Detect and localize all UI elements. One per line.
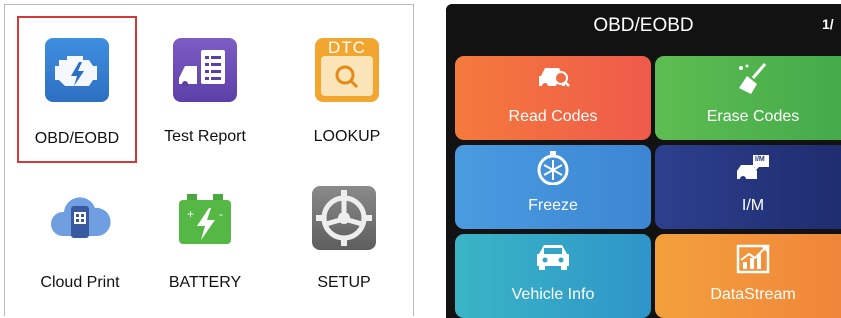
broom-icon: [735, 62, 771, 96]
vehicle-info-icon: [535, 240, 571, 274]
car-search-icon: [535, 62, 571, 96]
tile-label: Read Codes: [508, 108, 598, 125]
screen-header: OBD/EOBD 1/: [446, 4, 841, 48]
freeze-button[interactable]: Freeze: [455, 145, 651, 229]
read-codes-button[interactable]: Read Codes: [455, 56, 651, 140]
menu-item-label: BATTERY: [168, 274, 242, 291]
menu-item-label: SETUP: [317, 274, 371, 291]
obd-device-screen: OBD/EOBD 1/ Read Codes Erase Codes Freez…: [446, 4, 841, 318]
battery-icon: + -: [173, 186, 237, 250]
datastream-chart-icon: [735, 240, 771, 274]
tile-label: Vehicle Info: [511, 286, 595, 303]
test-report-icon: [173, 38, 237, 102]
svg-text:+: +: [187, 207, 194, 221]
im-readiness-icon: I/M: [735, 151, 771, 185]
menu-item-label: Test Report: [164, 128, 246, 145]
menu-item-test-report[interactable]: Test Report: [145, 18, 265, 163]
menu-item-obd-eobd[interactable]: OBD/EOBD: [17, 16, 137, 163]
engine-icon: [45, 38, 109, 102]
snowflake-timer-icon: [535, 151, 571, 186]
svg-text:-: -: [219, 207, 223, 221]
datastream-button[interactable]: DataStream: [655, 234, 841, 318]
cloud-print-icon: [48, 186, 112, 250]
tile-label: Erase Codes: [706, 108, 800, 125]
menu-item-label: OBD/EOBD: [34, 130, 120, 147]
dtc-lookup-icon: DTC: [315, 38, 379, 102]
menu-item-lookup[interactable]: DTC LOOKUP: [287, 18, 407, 163]
im-readiness-button[interactable]: I/M I/M: [655, 145, 841, 229]
dtc-icon-text: DTC: [328, 38, 366, 57]
page-indicator: 1/: [822, 16, 834, 32]
im-icon-text: I/M: [755, 156, 765, 163]
erase-codes-button[interactable]: Erase Codes: [655, 56, 841, 140]
tile-label: Freeze: [528, 197, 578, 214]
menu-item-label: LOOKUP: [313, 128, 381, 145]
tile-label: DataStream: [710, 286, 796, 303]
tile-label: I/M: [741, 197, 765, 214]
vehicle-info-button[interactable]: Vehicle Info: [455, 234, 651, 318]
menu-item-battery[interactable]: + - BATTERY: [145, 170, 265, 310]
menu-item-label: Cloud Print: [40, 274, 120, 291]
screen-title: OBD/EOBD: [593, 15, 694, 36]
menu-item-cloud-print[interactable]: Cloud Print: [20, 170, 140, 310]
menu-item-setup[interactable]: SETUP: [284, 170, 404, 310]
main-menu-panel: OBD/EOBD Test Report DTC LOOKUP Cloud Pr…: [4, 4, 414, 316]
setup-wheel-icon: [312, 186, 376, 250]
